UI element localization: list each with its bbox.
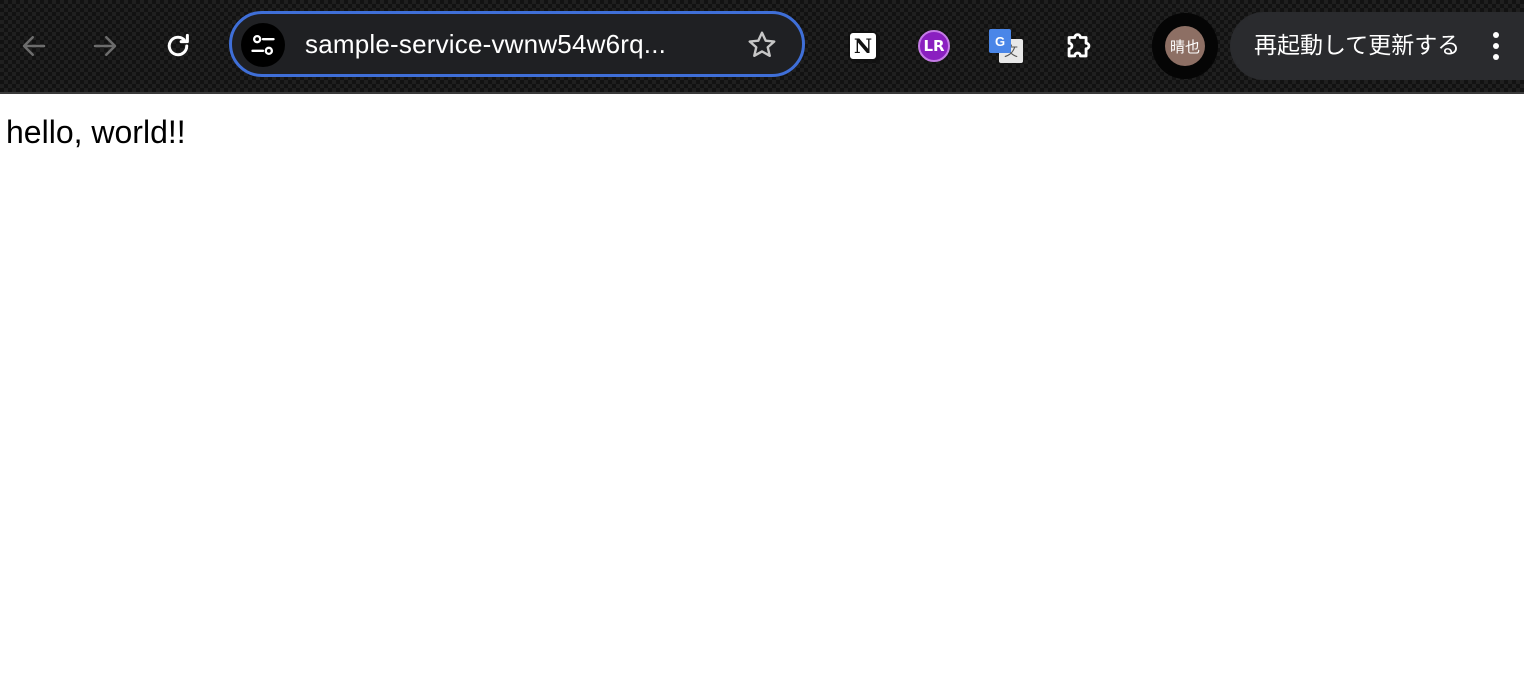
browser-toolbar: sample-service-vwnw54w6rq... N LR 文 G 晴也… — [0, 0, 1524, 94]
restart-label: 再起動して更新する — [1254, 33, 1461, 59]
page-body-text: hello, world!! — [6, 114, 186, 150]
reload-button[interactable] — [156, 24, 200, 68]
avatar: 晴也 — [1165, 26, 1205, 66]
forward-button[interactable] — [83, 24, 127, 68]
google-translate-icon: 文 G — [989, 29, 1023, 63]
star-outline-icon — [748, 31, 776, 57]
extension-google-translate-button[interactable]: 文 G — [984, 24, 1028, 68]
menu-dot — [1493, 54, 1499, 60]
tune-icon — [251, 34, 275, 56]
url-text[interactable]: sample-service-vwnw54w6rq... — [305, 14, 666, 74]
notion-icon: N — [848, 31, 878, 61]
restart-to-update-button[interactable]: 再起動して更新する — [1230, 12, 1524, 80]
bookmark-button[interactable] — [744, 27, 780, 63]
extension-lr-button[interactable]: LR — [912, 24, 956, 68]
translate-front-glyph: G — [989, 29, 1011, 53]
arrow-left-icon — [22, 36, 46, 56]
puzzle-icon — [1067, 33, 1091, 58]
arrow-right-icon — [93, 36, 117, 56]
extensions-menu-button[interactable] — [1057, 24, 1101, 68]
more-vert-icon[interactable] — [1482, 24, 1510, 68]
back-button[interactable] — [12, 24, 56, 68]
extension-notion-button[interactable]: N — [841, 24, 885, 68]
language-reactor-icon: LR — [918, 30, 950, 62]
page-content: hello, world!! — [0, 94, 1524, 680]
reload-icon — [167, 33, 189, 57]
address-bar[interactable]: sample-service-vwnw54w6rq... — [229, 11, 805, 77]
menu-dot — [1493, 43, 1499, 49]
site-info-button[interactable] — [241, 23, 285, 67]
profile-button[interactable]: 晴也 — [1152, 13, 1218, 79]
menu-dot — [1493, 32, 1499, 38]
